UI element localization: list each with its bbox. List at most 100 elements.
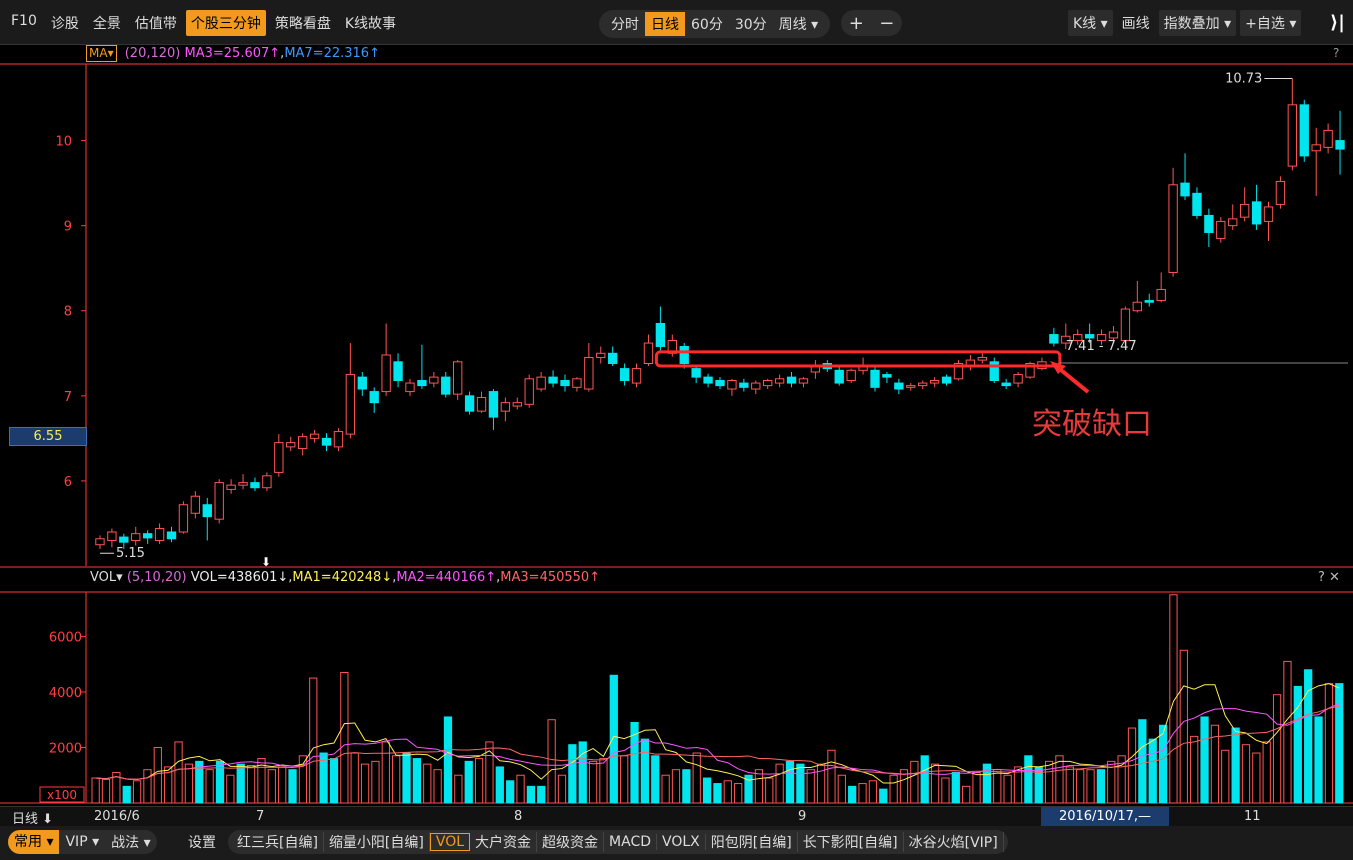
- candle-down: [870, 369, 880, 388]
- volume-bar-up: [765, 777, 774, 804]
- volume-bar-down: [1231, 727, 1240, 804]
- candle-up: [309, 433, 320, 439]
- tactics-dropdown[interactable]: 战法 ▾: [105, 832, 156, 852]
- volume-bar-up: [661, 774, 670, 804]
- candle-down: [417, 380, 427, 387]
- volume-header: VOL▾ (5,10,20) VOL=438601↓,MA1=420248↓,M…: [90, 570, 601, 585]
- volume-bar-up: [474, 758, 484, 804]
- vol-indicator-button[interactable]: VOL▾: [90, 570, 123, 585]
- candle-down: [1299, 104, 1309, 157]
- date-2016-6: 2016/6: [94, 809, 140, 824]
- candle-down: [1144, 300, 1154, 303]
- candle-down: [619, 368, 630, 382]
- candle-down: [786, 376, 797, 384]
- candle-up: [1323, 129, 1333, 148]
- volume-bar-up: [806, 769, 815, 804]
- candle-up: [131, 533, 141, 541]
- volume-bar-up: [1324, 683, 1334, 804]
- indicator-tab-engulf[interactable]: 阳包阴[自编]: [706, 832, 798, 852]
- volume-bar-down: [848, 785, 857, 804]
- volume-bar-down: [568, 744, 577, 804]
- candle-down: [560, 380, 570, 387]
- indicator-tab-macd[interactable]: MACD: [604, 834, 657, 850]
- volume-bar-up: [153, 746, 162, 804]
- volume-bar-up: [516, 774, 525, 804]
- candle-up: [918, 382, 928, 387]
- volume-panel-controls[interactable]: ? ✕: [1318, 570, 1340, 585]
- date-axis: 日线 ⬇ 2016/6 7 8 9 2016/10/17,— 11: [0, 806, 1353, 827]
- volume-unit-label: x100: [47, 788, 77, 802]
- date-9: 9: [798, 809, 807, 824]
- gap-highlight-box: [654, 350, 1062, 368]
- candle-down: [703, 376, 713, 384]
- volume-bars-layer: [91, 594, 1344, 804]
- candle-up: [1228, 218, 1238, 227]
- volume-bar-up: [827, 749, 836, 804]
- volume-bar-down: [443, 716, 453, 804]
- candle-down: [739, 382, 749, 388]
- volume-bar-up: [1221, 749, 1230, 804]
- period-daily-label[interactable]: 日线 ⬇: [12, 808, 53, 827]
- volume-bar-down: [402, 752, 411, 804]
- indicator-tab-super-money[interactable]: 超级资金: [537, 832, 605, 852]
- candle-up: [1168, 184, 1178, 273]
- vip-dropdown[interactable]: VIP ▾: [59, 834, 105, 850]
- vol-value: VOL=438601↓: [190, 570, 289, 585]
- candle-down: [1251, 201, 1262, 225]
- candle-up: [95, 538, 105, 546]
- candle-up: [572, 378, 582, 388]
- date-cursor-label: 2016/10/17,—: [1041, 807, 1169, 826]
- high-price-label: 10.73: [1225, 71, 1262, 86]
- volume-bar-up: [620, 755, 629, 804]
- volume-bar-up: [1262, 741, 1271, 804]
- price-tick-label: 7: [64, 390, 72, 405]
- indicator-tab-volx[interactable]: VOLX: [657, 834, 706, 850]
- volume-bar-up: [547, 719, 556, 804]
- volume-bar-down: [1138, 719, 1147, 804]
- indicator-tab-red-three[interactable]: 红三兵[自编]: [232, 832, 324, 852]
- bottom-toolbar: 常用 ▾ VIP ▾ 战法 ▾ 设置 红三兵[自编] 缩量小阳[自编] VOL …: [0, 826, 1353, 860]
- candle-up: [1263, 206, 1274, 222]
- indicator-tab-big-money[interactable]: 大户资金: [470, 832, 538, 852]
- candle-up: [476, 397, 487, 412]
- volume-tick-label: 2000: [49, 741, 82, 756]
- candle-up: [154, 528, 165, 541]
- candle-down: [1335, 140, 1345, 150]
- volume-bar-down: [1096, 769, 1106, 804]
- volume-bar-down: [495, 766, 504, 804]
- candle-down: [464, 395, 475, 412]
- volume-bar-down: [506, 780, 515, 804]
- candle-down: [1180, 182, 1190, 197]
- candle-up: [536, 376, 546, 390]
- candle-down: [369, 391, 379, 404]
- candle-down: [608, 352, 618, 364]
- volume-bar-up: [1086, 769, 1095, 804]
- volume-bar-up: [350, 752, 359, 804]
- candle-up: [1120, 308, 1131, 342]
- settings-button[interactable]: 设置: [188, 832, 216, 852]
- candle-up: [226, 484, 236, 490]
- volume-bar-up: [423, 763, 432, 804]
- candle-up: [405, 382, 415, 393]
- candle-up: [977, 357, 987, 361]
- common-dropdown[interactable]: 常用 ▾: [8, 830, 60, 854]
- candle-down: [250, 482, 260, 489]
- candle-up: [631, 368, 642, 384]
- gap-range-label: 7.41 - 7.47: [1066, 339, 1137, 354]
- volume-bar-up: [1190, 735, 1199, 804]
- indicator-tab-shrink-yang[interactable]: 缩量小阳[自编]: [324, 832, 430, 852]
- volume-bar-up: [972, 771, 981, 804]
- indicator-tab-long-shadow[interactable]: 长下影阳[自编]: [798, 832, 904, 852]
- volume-bar-down: [329, 758, 339, 804]
- volume-bar-down: [640, 738, 650, 804]
- volume-bar-up: [1179, 649, 1188, 804]
- candle-down: [834, 369, 844, 384]
- candle-down: [321, 437, 332, 446]
- date-7: 7: [256, 809, 265, 824]
- volume-bar-up: [91, 777, 100, 804]
- indicator-tab-vol[interactable]: VOL: [429, 833, 471, 851]
- candle-up: [1216, 220, 1226, 239]
- volume-bar-down: [785, 760, 795, 804]
- indicator-tab-ice-fire[interactable]: 冰谷火焰[VIP]: [904, 832, 1004, 852]
- candle-down: [441, 376, 451, 395]
